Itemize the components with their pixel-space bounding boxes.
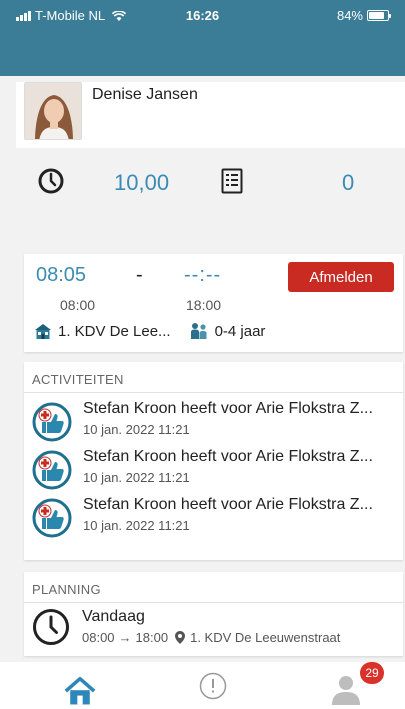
activity-item[interactable]: Stefan Kroon heeft voor Arie Flokstra Z.… [32,446,402,492]
activity-item[interactable]: Stefan Kroon heeft voor Arie Flokstra Z.… [32,398,402,444]
status-bar: T-Mobile NL 16:26 84% [0,0,405,28]
time-separator: - [136,264,143,286]
clock-icon [38,168,64,194]
divider [24,602,403,603]
house-icon [35,324,51,339]
battery-percent: 84% [336,8,363,23]
planning-detail: 08:00 → 18:00 1. KDV De Leeuwenstraat [82,630,340,645]
activity-text: Stefan Kroon heeft voor Arie Flokstra Z.… [83,448,373,465]
planning-card[interactable]: PLANNING Vandaag 08:00 → 18:00 1. KDV De… [24,572,403,656]
avatar-photo-icon [25,83,81,139]
hours-value: 10,00 [114,170,170,195]
planning-start: 08:00 [82,630,115,645]
location-row: 1. KDV De Lee... 0-4 jaar [34,322,265,340]
planning-day: Vandaag [82,608,145,625]
shift-group: 0-4 jaar [214,322,266,340]
shift-card: 08:05 - --:-- Afmelden 08:00 18:00 1. KD… [24,254,403,352]
tab-bar [0,662,405,709]
clock-in-time: 08:05 [36,264,87,286]
thumbs-up-medical-icon [32,450,72,490]
location-pin-icon [175,631,186,644]
avatar [24,82,82,140]
profile-card[interactable]: Denise Jansen [16,82,405,148]
activity-time: 10 jan. 2022 11:21 [83,518,190,533]
battery-icon [367,10,391,21]
planned-end: 18:00 [186,297,222,313]
shift-location: 1. KDV De Lee... [58,322,171,340]
thumbs-up-medical-icon [32,498,72,538]
activity-time: 10 jan. 2022 11:21 [83,422,190,437]
alert-tab-icon[interactable] [199,672,227,700]
activity-time: 10 jan. 2022 11:21 [83,470,190,485]
profile-name: Denise Jansen [92,86,198,103]
notification-badge: 29 [360,662,384,684]
arrow-icon: → [118,630,132,645]
clock-out-time: --:-- [184,264,222,286]
person-tab-icon[interactable] [330,672,362,706]
planned-start: 08:00 [60,297,96,313]
divider [24,392,403,393]
clock-icon [33,609,69,645]
list-icon [221,168,243,194]
planning-end: 18:00 [135,630,169,645]
activity-text: Stefan Kroon heeft voor Arie Flokstra Z.… [83,496,373,513]
activity-text: Stefan Kroon heeft voor Arie Flokstra Z.… [83,400,373,417]
planning-title: PLANNING [32,582,101,597]
thumbs-up-medical-icon [32,402,72,442]
activities-title: ACTIVITEITEN [32,372,124,387]
home-tab-icon[interactable] [63,676,97,708]
count-value: 0 [342,170,355,195]
afmelden-button[interactable]: Afmelden [288,262,394,292]
stats-row: 10,00 0 [16,160,405,204]
planning-location: 1. KDV De Leeuwenstraat [190,630,341,645]
children-icon [190,323,207,339]
activities-card: ACTIVITEITEN Stefan Kroon heeft voor Ari… [24,362,403,560]
activity-item[interactable]: Stefan Kroon heeft voor Arie Flokstra Z.… [32,494,402,540]
